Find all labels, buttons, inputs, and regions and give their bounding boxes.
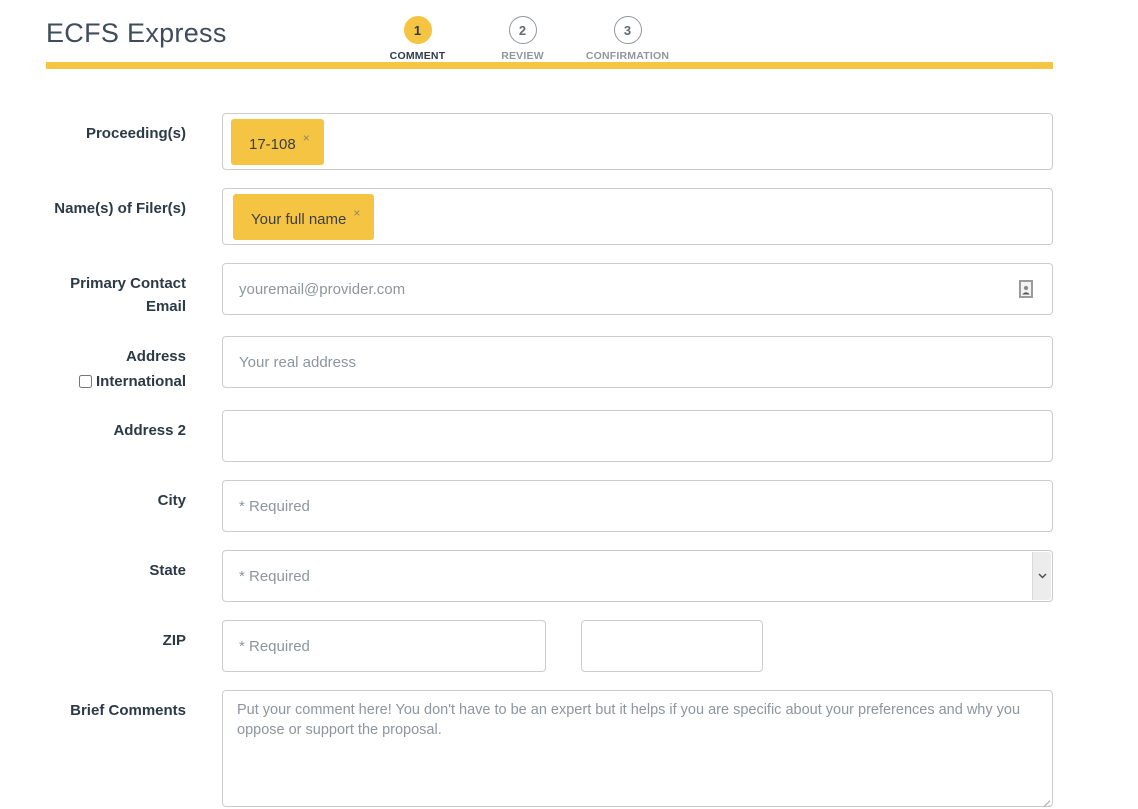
email-label: Primary Contact Email <box>70 275 186 315</box>
proceedings-label: Proceeding(s) <box>86 125 186 142</box>
address2-field[interactable] <box>222 410 1053 462</box>
filer-tag: Your full name × <box>233 194 374 240</box>
filers-label: Name(s) of Filer(s) <box>54 200 186 217</box>
proceeding-tag: 17-108 × <box>231 119 324 165</box>
city-label: City <box>158 492 186 509</box>
international-label: International <box>96 371 186 393</box>
proceedings-input[interactable]: 17-108 × <box>222 113 1053 170</box>
proceeding-tag-text: 17-108 <box>249 136 296 153</box>
state-select-value: * Required <box>239 568 310 585</box>
state-row: State * Required <box>46 550 1053 602</box>
email-field[interactable] <box>222 263 1053 315</box>
email-row: Primary Contact Email <box>46 263 1053 318</box>
step-comment[interactable]: 1 COMMENT <box>365 16 470 62</box>
zip-field[interactable] <box>222 620 546 672</box>
address2-row: Address 2 <box>46 410 1053 462</box>
city-field[interactable] <box>222 480 1053 532</box>
international-checkbox[interactable] <box>79 375 92 388</box>
zip-row: ZIP <box>46 620 1053 672</box>
filer-tag-text: Your full name <box>251 211 346 228</box>
contact-autofill-icon[interactable] <box>1019 280 1033 298</box>
address-label: Address <box>126 348 186 365</box>
ecfs-express-page: ECFS Express 1 COMMENT 2 REVIEW 3 CONFIR… <box>0 0 1138 809</box>
page-title: ECFS Express <box>46 18 227 49</box>
comment-form: Proceeding(s) 17-108 × Name(s) of Filer(s… <box>46 113 1053 809</box>
step-2-label: REVIEW <box>501 50 544 62</box>
comments-field[interactable] <box>222 690 1053 807</box>
zip4-field[interactable] <box>581 620 763 672</box>
address2-label: Address 2 <box>113 422 186 439</box>
stepper: 1 COMMENT 2 REVIEW 3 CONFIRMATION <box>365 16 680 62</box>
chevron-down-icon[interactable] <box>1032 552 1051 600</box>
step-confirmation[interactable]: 3 CONFIRMATION <box>575 16 680 62</box>
step-1-label: COMMENT <box>390 50 446 62</box>
state-select[interactable]: * Required <box>222 550 1053 602</box>
step-review[interactable]: 2 REVIEW <box>470 16 575 62</box>
filers-row: Name(s) of Filer(s) Your full name × <box>46 188 1053 245</box>
step-3-circle: 3 <box>614 16 642 44</box>
proceedings-row: Proceeding(s) 17-108 × <box>46 113 1053 170</box>
step-2-circle: 2 <box>509 16 537 44</box>
filers-input[interactable]: Your full name × <box>222 188 1053 245</box>
comments-row: Brief Comments <box>46 690 1053 809</box>
zip-label: ZIP <box>163 632 186 649</box>
address-field[interactable] <box>222 336 1053 388</box>
city-row: City <box>46 480 1053 532</box>
step-3-label: CONFIRMATION <box>586 50 669 62</box>
step-1-circle: 1 <box>404 16 432 44</box>
comments-label: Brief Comments <box>70 702 186 719</box>
state-label: State <box>149 562 186 579</box>
remove-proceeding-tag-icon[interactable]: × <box>303 131 310 145</box>
accent-bar <box>46 62 1053 69</box>
remove-filer-tag-icon[interactable]: × <box>353 206 360 220</box>
address-row: Address International <box>46 336 1053 392</box>
